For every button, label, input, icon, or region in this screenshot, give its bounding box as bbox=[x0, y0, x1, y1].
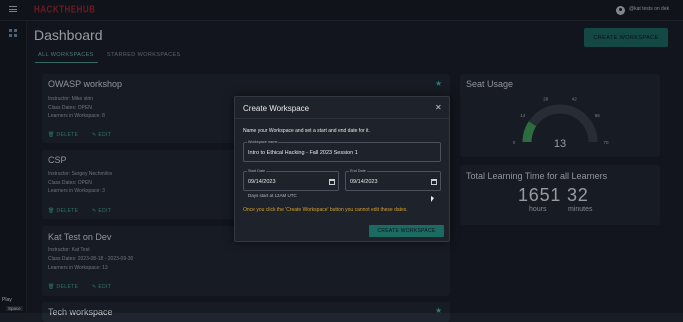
star-icon[interactable]: ★ bbox=[435, 79, 442, 88]
workspace-name-field[interactable]: Workspace name Intro to Ethical Hacking … bbox=[243, 140, 441, 162]
start-date-value[interactable]: 09/14/2023 bbox=[248, 179, 276, 185]
delete-button[interactable]: DELETE bbox=[57, 284, 79, 290]
gauge-tick-label: 70 bbox=[603, 140, 609, 145]
seat-usage-gauge: 0 14 28 42 56 70 13 bbox=[513, 96, 609, 150]
space-key-hint: Space bbox=[6, 306, 23, 311]
workspace-class-dates: Class Dates: OPEN bbox=[48, 105, 92, 111]
mouse-cursor bbox=[431, 196, 434, 202]
gauge-tick-label: 42 bbox=[572, 96, 578, 101]
dashboard-grid-icon[interactable] bbox=[9, 29, 17, 37]
page-title: Dashboard bbox=[34, 27, 103, 43]
trash-icon[interactable]: 🗑︎ bbox=[48, 284, 55, 290]
workspace-instructor: Instructor: Sergey Nechmilov bbox=[48, 171, 113, 177]
end-date-label: End Date bbox=[349, 169, 367, 173]
top-bar: HACKTHEHUB @kat tests on dek bbox=[0, 0, 683, 21]
seat-usage-panel: Seat Usage 0 14 28 42 56 70 13 bbox=[460, 74, 660, 157]
delete-button[interactable]: DELETE bbox=[57, 208, 79, 214]
workspace-title[interactable]: CSP bbox=[48, 155, 67, 165]
hours-value: 1651 bbox=[518, 185, 562, 205]
pencil-icon[interactable]: ✎ bbox=[92, 208, 97, 214]
close-icon[interactable]: ✕ bbox=[435, 103, 442, 112]
trash-icon[interactable]: 🗑︎ bbox=[48, 208, 55, 214]
dialog-title: Create Workspace bbox=[243, 104, 310, 113]
workspace-instructor: Instructor: Mike strin bbox=[48, 96, 94, 102]
edit-button[interactable]: EDIT bbox=[98, 132, 111, 138]
star-icon[interactable]: ★ bbox=[435, 306, 442, 315]
workspace-class-dates: Class Dates: OPEN bbox=[48, 180, 92, 186]
workspace-title[interactable]: Tech workspace bbox=[48, 307, 113, 317]
workspace-name-value[interactable]: Intro to Ethical Hacking - Fall 2023 Ses… bbox=[248, 150, 358, 156]
learning-time-title: Total Learning Time for all Learners bbox=[466, 171, 608, 181]
pencil-icon[interactable]: ✎ bbox=[92, 132, 97, 138]
edit-button[interactable]: EDIT bbox=[98, 208, 111, 214]
workspace-title[interactable]: OWASP workshop bbox=[48, 79, 122, 89]
gauge-value: 13 bbox=[554, 138, 566, 150]
end-date-field[interactable]: End Date 09/14/2023 bbox=[345, 169, 441, 191]
workspace-instructor: Instructor: Kat Test bbox=[48, 247, 90, 253]
workspace-learners: Learners in Workspace: 13 bbox=[48, 265, 108, 271]
workspace-learners: Learners in Workspace: 3 bbox=[48, 188, 105, 194]
start-date-field[interactable]: Start Date 09/14/2023 bbox=[243, 169, 339, 191]
workspace-class-dates: Class Dates: 2023-08-18 - 2023-09-30 bbox=[48, 256, 134, 262]
create-workspace-submit-button[interactable]: CREATE WORKSPACE bbox=[369, 225, 444, 237]
gauge-tick-label: 0 bbox=[513, 140, 516, 145]
workspace-name-label: Workspace name bbox=[247, 140, 279, 144]
start-date-label: Start Date bbox=[247, 169, 267, 173]
user-avatar-icon[interactable] bbox=[616, 6, 625, 15]
tab-all-workspaces[interactable]: ALL WORKSPACES bbox=[38, 52, 94, 58]
calendar-icon[interactable] bbox=[431, 179, 437, 185]
delete-button[interactable]: DELETE bbox=[57, 132, 79, 138]
tab-starred-workspaces[interactable]: STARRED WORKSPACES bbox=[107, 52, 181, 58]
calendar-icon[interactable] bbox=[329, 179, 335, 185]
minutes-value: 32 bbox=[567, 185, 589, 205]
gauge-fill bbox=[522, 121, 537, 143]
active-tab-indicator bbox=[35, 62, 98, 63]
gauge-tick-label: 28 bbox=[543, 96, 549, 101]
edit-button[interactable]: EDIT bbox=[98, 284, 111, 290]
play-label: Play bbox=[2, 297, 12, 303]
learning-time-panel: Total Learning Time for all Learners 165… bbox=[460, 165, 660, 225]
user-name[interactable]: @kat tests on dek bbox=[629, 6, 669, 12]
logo[interactable]: HACKTHEHUB bbox=[34, 4, 95, 15]
side-nav: Play Space bbox=[0, 21, 27, 313]
end-date-value[interactable]: 09/14/2023 bbox=[350, 179, 378, 185]
divider bbox=[235, 118, 449, 119]
menu-icon[interactable] bbox=[9, 6, 17, 12]
date-helper-text: Days start at 12AM UTC bbox=[248, 193, 297, 198]
minutes-label: minutes bbox=[568, 206, 593, 213]
gauge-tick-label: 14 bbox=[520, 113, 526, 118]
workspace-title[interactable]: Kat Test on Dev bbox=[48, 232, 111, 242]
workspace-learners: Learners in Workspace: 8 bbox=[48, 113, 105, 119]
pencil-icon[interactable]: ✎ bbox=[92, 284, 97, 290]
workspace-card[interactable]: Tech workspace ★ bbox=[42, 302, 450, 322]
warning-text: Once you click the 'Create Workspace' bu… bbox=[243, 207, 408, 213]
hours-label: hours bbox=[529, 206, 547, 213]
create-workspace-button[interactable]: CREATE WORKSPACE bbox=[584, 28, 668, 47]
gauge-tick-label: 56 bbox=[595, 113, 601, 118]
trash-icon[interactable]: 🗑︎ bbox=[48, 132, 55, 138]
dialog-description: Name your Workspace and set a start and … bbox=[243, 128, 370, 134]
create-workspace-dialog: Create Workspace ✕ Name your Workspace a… bbox=[234, 96, 450, 242]
